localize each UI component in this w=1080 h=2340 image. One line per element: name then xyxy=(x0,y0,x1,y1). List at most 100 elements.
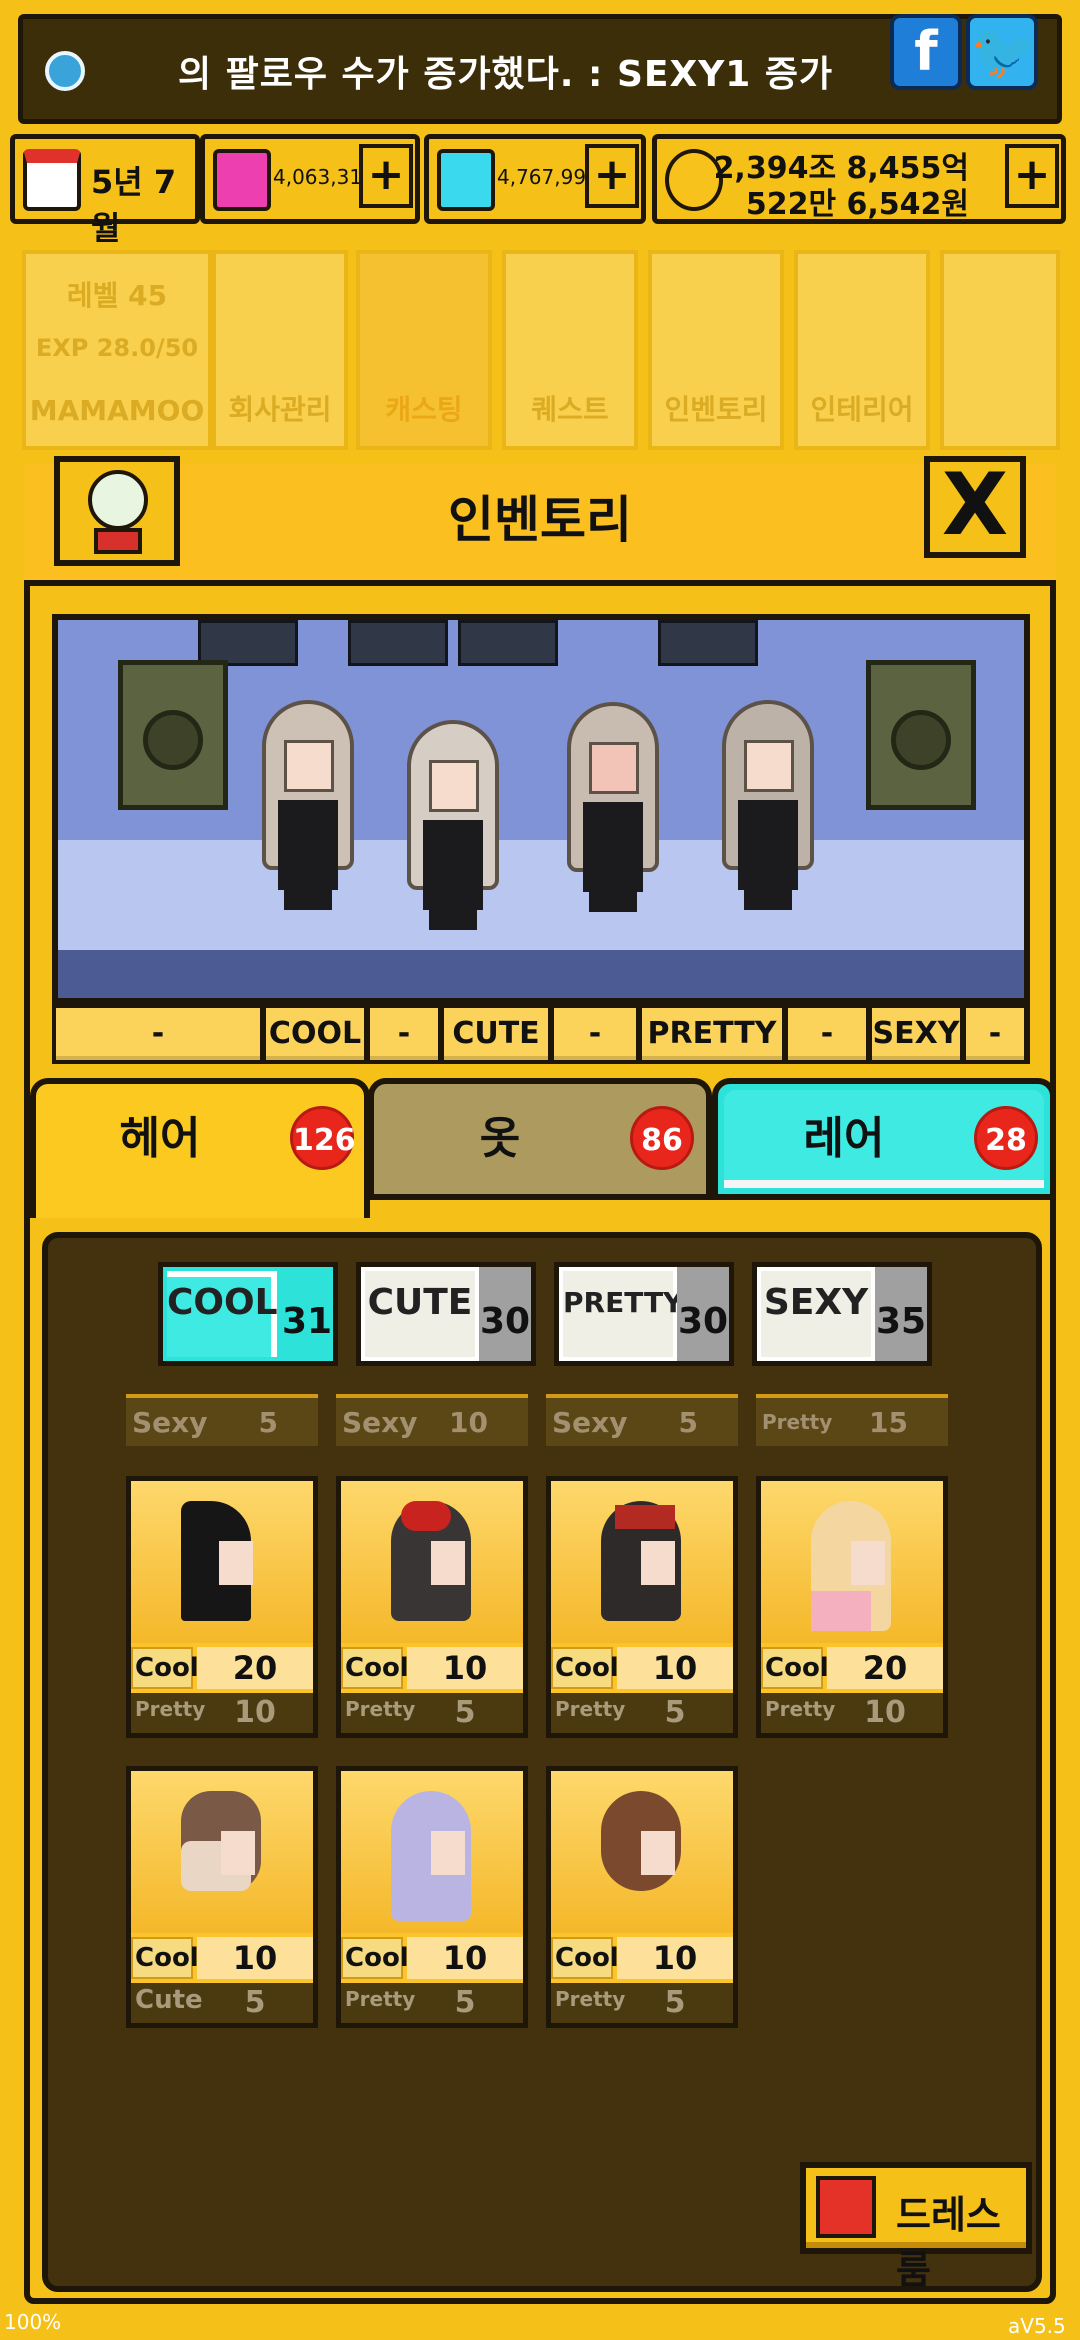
menu-interior-label: 인테리어 xyxy=(810,393,914,426)
menu-quest: 퀘스트 xyxy=(502,250,638,450)
filter-cool-count: 31 xyxy=(281,1267,333,1361)
item-stat2-label: Pretty xyxy=(135,1697,206,1721)
menu-quest-label: 퀘스트 xyxy=(531,393,609,426)
hair-item-card[interactable]: Cool 10 Pretty 5 xyxy=(336,1476,528,1738)
filter-sexy-label: SEXY xyxy=(757,1267,875,1361)
item-stat1-value: 10 xyxy=(407,1937,523,1979)
close-button[interactable]: X xyxy=(924,456,1026,558)
stage-preview xyxy=(52,614,1030,1004)
hair-item-card[interactable]: Cool 10 Pretty 5 xyxy=(546,1476,738,1738)
stage-light xyxy=(458,620,558,666)
item-stat1-value: 20 xyxy=(197,1647,313,1689)
hair-item-thumb xyxy=(551,1481,733,1643)
item-stat1-value: 10 xyxy=(617,1937,733,1979)
stat-row: Sexy 10 xyxy=(336,1394,528,1446)
version-label: aV5.5 xyxy=(1008,2314,1066,2338)
hair-item-thumb xyxy=(551,1771,733,1933)
stat-label: Sexy xyxy=(132,1406,208,1439)
filter-cute[interactable]: CUTE 30 xyxy=(356,1262,536,1366)
dressroom-label: 드레스룸 xyxy=(896,2193,1001,2292)
menu-inventory: 인벤토리 xyxy=(648,250,784,450)
attr-cell: COOL xyxy=(266,1008,364,1060)
item-stat2-value: 10 xyxy=(234,1695,276,1730)
stat-value: 5 xyxy=(678,1406,698,1439)
attr-cell: - xyxy=(788,1008,866,1060)
item-stat2-label: Cute xyxy=(135,1985,203,2015)
item-stat1-value: 10 xyxy=(617,1647,733,1689)
hair-item-card[interactable]: Cool 10 Cute 5 xyxy=(126,1766,318,2028)
hair-item-card[interactable]: Cool 10 Pretty 5 xyxy=(336,1766,528,2028)
stat-row: Sexy 5 xyxy=(546,1394,738,1446)
filter-pretty[interactable]: PRETTY 30 xyxy=(554,1262,734,1366)
add-gold-button[interactable]: + xyxy=(1005,144,1059,208)
gold-amount-line2: 522만 6,542원 xyxy=(745,187,969,222)
tab-hair-label: 헤어 xyxy=(119,1113,201,1164)
stat-label: Sexy xyxy=(342,1406,418,1439)
attr-cell: - xyxy=(370,1008,438,1060)
dressroom-button[interactable]: 드레스룸 xyxy=(800,2162,1032,2292)
item-stat1-label: Cool xyxy=(131,1647,199,1689)
stat-value: 10 xyxy=(449,1406,488,1439)
idol-member-1[interactable] xyxy=(258,700,358,910)
menu-level: 레벨 45 EXP 28.0/50 MAMAMOO xyxy=(22,250,212,450)
item-stat1-label: Cool xyxy=(551,1647,619,1689)
tab-clothes-label: 옷 xyxy=(479,1113,521,1164)
stat-row: Sexy 5 xyxy=(126,1394,318,1446)
idol-member-3[interactable] xyxy=(563,702,663,912)
cyan-gem-icon xyxy=(437,149,495,211)
stage-light xyxy=(658,620,758,666)
stat-label: Sexy xyxy=(552,1406,628,1439)
gacha-machine-icon[interactable] xyxy=(54,456,180,566)
tab-rare[interactable]: 레어 28 xyxy=(712,1078,1056,1200)
zoom-level: 100% xyxy=(4,2310,62,2334)
item-stat1-label: Cool xyxy=(761,1647,829,1689)
item-stat1-label: Cool xyxy=(341,1647,409,1689)
facebook-button[interactable]: f xyxy=(890,14,962,90)
item-stat2-label: Pretty xyxy=(555,1697,626,1721)
twitter-button[interactable]: 🐦 xyxy=(966,14,1038,90)
item-stat2-value: 5 xyxy=(244,1985,266,2020)
hair-item-thumb xyxy=(131,1771,313,1933)
filter-pretty-count: 30 xyxy=(677,1267,729,1361)
stat-value: 15 xyxy=(869,1406,908,1439)
tab-clothes-badge: 86 xyxy=(630,1106,694,1170)
attr-cell: SEXY xyxy=(872,1008,960,1060)
menu-interior: 인테리어 xyxy=(794,250,930,450)
hair-item-card[interactable]: Cool 10 Pretty 5 xyxy=(546,1766,738,2028)
filter-cool[interactable]: COOL 31 xyxy=(158,1262,338,1366)
tab-hair-badge: 126 xyxy=(290,1106,356,1170)
idol-member-2[interactable] xyxy=(403,720,503,930)
stat-value: 5 xyxy=(258,1406,278,1439)
hair-item-card[interactable]: Cool 20 Pretty 10 xyxy=(756,1476,948,1738)
notification-text: 의 팔로우 수가 증가했다. : SEXY1 증가 xyxy=(178,54,834,95)
calendar-icon xyxy=(23,149,81,211)
stage-front xyxy=(58,950,1024,998)
filter-sexy[interactable]: SEXY 35 xyxy=(752,1262,932,1366)
item-stat2-value: 5 xyxy=(664,1695,686,1730)
tab-clothes[interactable]: 옷 86 xyxy=(368,1078,712,1200)
item-stat1-label: Cool xyxy=(551,1937,619,1979)
item-stat1-value: 10 xyxy=(197,1937,313,1979)
attribute-strip: - COOL - CUTE - PRETTY - SEXY - xyxy=(52,1004,1030,1064)
add-pink-gem-button[interactable]: + xyxy=(359,144,413,208)
date-text: 5년 7월 xyxy=(91,163,177,247)
filter-cool-label: COOL xyxy=(163,1267,281,1361)
menu-exp-text: EXP 28.0/50 xyxy=(35,334,199,362)
item-stat1-value: 20 xyxy=(827,1647,943,1689)
item-stat2-label: Pretty xyxy=(555,1987,626,2011)
menu-casting-label: 캐스팅 xyxy=(385,393,463,426)
hair-item-card[interactable]: Cool 20 Pretty 10 xyxy=(126,1476,318,1738)
menu-casting: 캐스팅 xyxy=(356,250,492,450)
idol-member-4[interactable] xyxy=(718,700,818,910)
add-cyan-gem-button[interactable]: + xyxy=(585,144,639,208)
tab-hair[interactable]: 헤어 126 xyxy=(30,1078,370,1218)
pink-gem-icon xyxy=(213,149,271,211)
speaker-left xyxy=(118,660,228,810)
attr-cell: CUTE xyxy=(444,1008,548,1060)
item-stat2-label: Pretty xyxy=(345,1697,416,1721)
attr-cell: - xyxy=(966,1008,1024,1060)
item-stat2-value: 10 xyxy=(864,1695,906,1730)
item-stat2-label: Pretty xyxy=(345,1987,416,2011)
tab-rare-label: 레어 xyxy=(803,1113,885,1164)
cyan-gem-amount: 4,767,998 xyxy=(497,165,599,189)
